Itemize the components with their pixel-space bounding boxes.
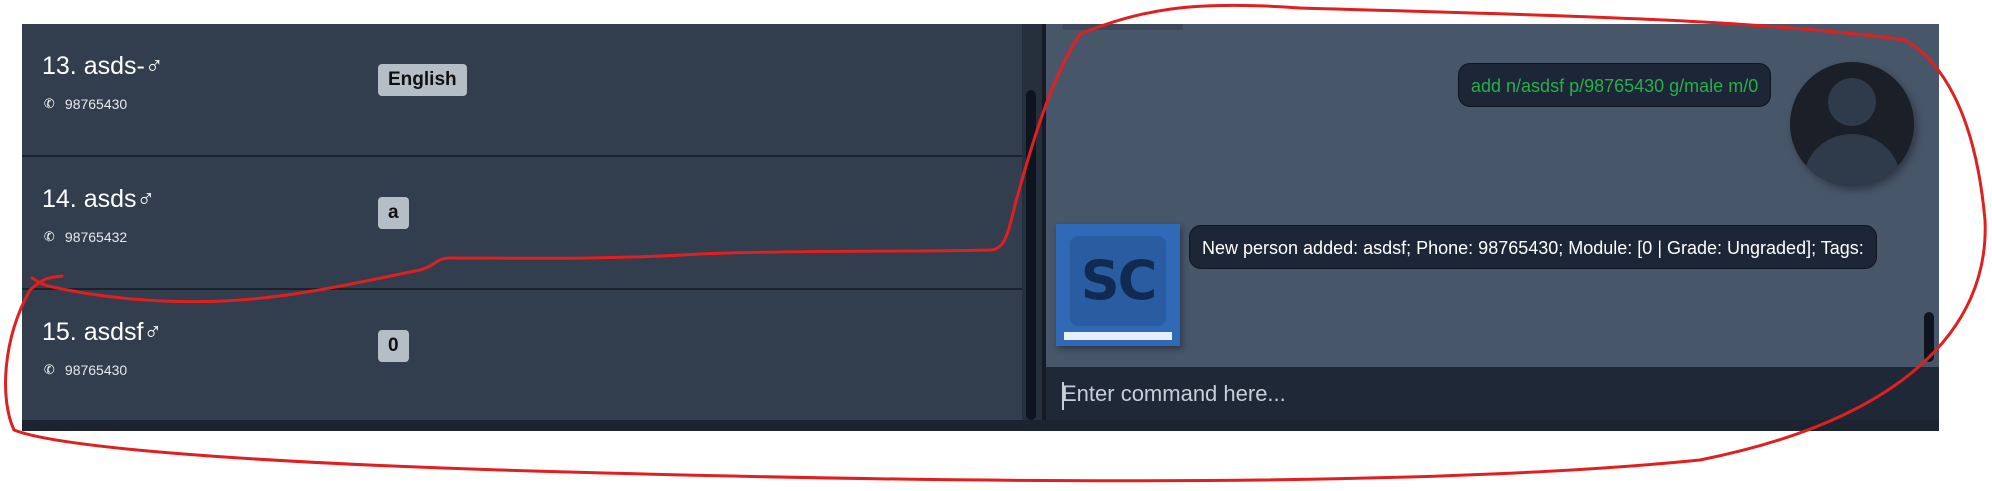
person-name: 15. asdsf♂ [42,318,163,346]
phone-icon: ✆ [42,227,57,246]
person-card[interactable]: 14. asds♂ ✆ 98765432 a [22,157,1022,290]
chat-scrollbar-thumb[interactable] [1924,312,1934,362]
person-phone: 98765430 [64,96,128,112]
tag-label: 0 [378,330,409,362]
phone-icon: ✆ [42,94,57,113]
person-phone: 98765432 [64,229,128,245]
sc-logo-text: SC [1080,249,1158,312]
user-avatar-icon [1790,62,1914,186]
tag-label: a [378,197,409,229]
person-phone: 98765430 [64,362,128,378]
phone-icon: ✆ [42,360,57,379]
text-caret [1062,382,1064,410]
user-message-bubble: add n/asdsf p/98765430 g/male m/0 [1458,63,1772,107]
person-name: 14. asds♂ [42,185,156,213]
bot-message-bubble: New person added: asdsf; Phone: 98765430… [1189,225,1877,269]
tag-label: English [378,64,467,96]
command-input[interactable] [1046,367,1939,420]
list-scrollbar-thumb[interactable] [1026,90,1036,420]
sc-logo: SC [1056,224,1180,346]
person-name: 13. asds-♂ [42,52,164,80]
person-card[interactable]: 13. asds-♂ ✆ 98765430 English [22,24,1022,157]
previous-message-edge [1063,24,1183,30]
person-list[interactable]: 13. asds-♂ ✆ 98765430 English 14. asds♂ … [22,24,1022,420]
person-card[interactable]: 15. asdsf♂ ✆ 98765430 0 [22,290,1022,420]
